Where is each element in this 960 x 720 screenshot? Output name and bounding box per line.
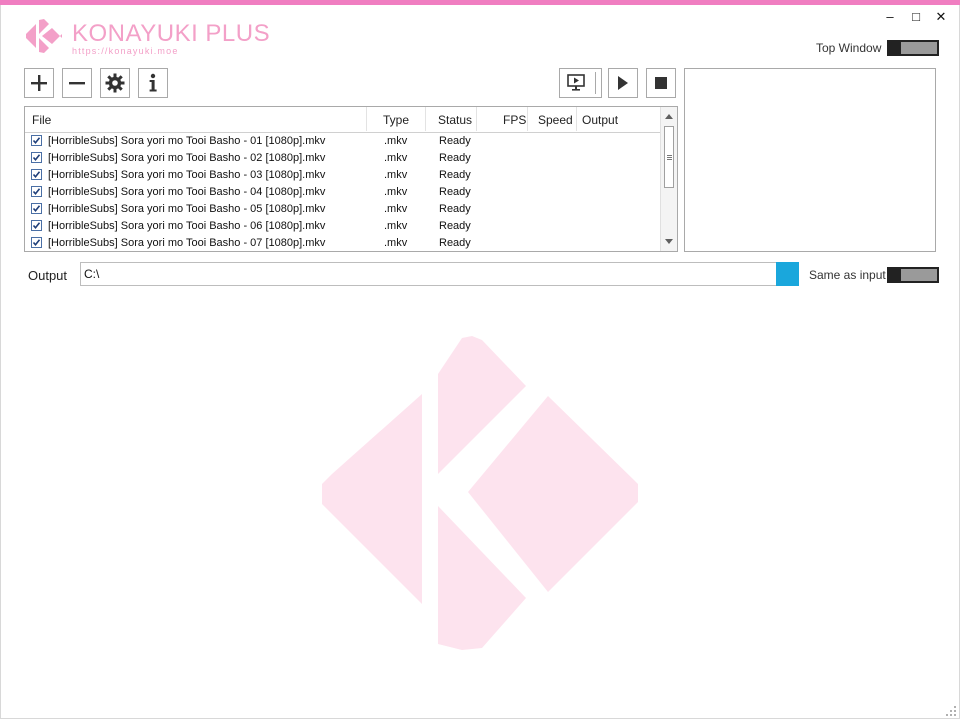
file-status: Ready [439,237,471,249]
column-separator [366,107,367,131]
row-checkbox[interactable] [31,186,42,197]
scroll-thumb[interactable] [664,126,674,188]
row-checkbox[interactable] [31,169,42,180]
column-header-file[interactable]: File [32,113,51,127]
column-separator [476,107,477,131]
column-separator [425,107,426,131]
column-separator [576,107,577,131]
file-name: [HorribleSubs] Sora yori mo Tooi Basho -… [48,186,326,198]
file-list-header: File Type Status FPS Speed Output [25,107,661,133]
minimize-button[interactable]: – [880,8,900,26]
row-checkbox[interactable] [31,203,42,214]
row-checkbox[interactable] [31,220,42,231]
toggle-track [901,42,937,54]
monitor-play-icon [566,72,596,94]
file-name: [HorribleSubs] Sora yori mo Tooi Basho -… [48,220,326,232]
gear-icon [105,73,125,93]
row-checkbox[interactable] [31,152,42,163]
remove-file-button[interactable] [62,68,92,98]
add-file-button[interactable] [24,68,54,98]
file-name: [HorribleSubs] Sora yori mo Tooi Basho -… [48,152,326,164]
konayuki-logo-icon [26,19,62,53]
output-path-input[interactable] [80,262,777,286]
column-header-fps[interactable]: FPS [503,113,526,127]
close-button[interactable]: ✕ [931,8,951,26]
scroll-up-icon[interactable] [665,114,673,119]
info-icon [149,73,157,92]
scroll-down-icon[interactable] [665,239,673,244]
app-title: KONAYUKI PLUS [72,20,271,47]
file-type: .mkv [384,135,408,147]
plus-icon [31,75,47,91]
app-url: https://konayuki.moe [72,46,179,56]
preview-pane [684,68,936,252]
table-row[interactable]: [HorribleSubs] Sora yori mo Tooi Basho -… [25,235,661,251]
table-row[interactable]: [HorribleSubs] Sora yori mo Tooi Basho -… [25,133,661,150]
toggle-track [901,269,937,281]
column-separator [527,107,528,131]
maximize-icon: □ [912,9,920,24]
same-as-input-label: Same as input [809,268,886,282]
output-label: Output [28,268,68,283]
column-header-type[interactable]: Type [383,113,409,127]
file-status: Ready [439,152,471,164]
start-button[interactable] [608,68,638,98]
file-name: [HorribleSubs] Sora yori mo Tooi Basho -… [48,169,326,181]
play-icon [618,76,628,90]
konayuki-watermark-icon [322,336,638,650]
file-type: .mkv [384,152,408,164]
file-list-scrollbar[interactable] [660,107,677,251]
minus-icon [69,82,85,85]
close-icon: ✕ [935,9,947,24]
file-name: [HorribleSubs] Sora yori mo Tooi Basho -… [48,237,326,249]
file-list[interactable]: File Type Status FPS Speed Output [Horri… [24,106,678,252]
column-header-speed[interactable]: Speed [538,113,573,127]
top-window-toggle[interactable] [887,40,939,56]
file-type: .mkv [384,186,408,198]
column-header-status[interactable]: Status [438,113,472,127]
file-type: .mkv [384,237,408,249]
file-type: .mkv [384,220,408,232]
maximize-button[interactable]: □ [906,8,926,26]
settings-button[interactable] [100,68,130,98]
table-row[interactable]: [HorribleSubs] Sora yori mo Tooi Basho -… [25,167,661,184]
top-window-label: Top Window [816,41,882,55]
stop-button[interactable] [646,68,676,98]
table-row[interactable]: [HorribleSubs] Sora yori mo Tooi Basho -… [25,218,661,235]
same-as-input-toggle[interactable] [887,267,939,283]
file-type: .mkv [384,203,408,215]
file-name: [HorribleSubs] Sora yori mo Tooi Basho -… [48,203,326,215]
browse-output-button[interactable] [776,262,799,286]
file-status: Ready [439,135,471,147]
row-checkbox[interactable] [31,237,42,248]
table-row[interactable]: [HorribleSubs] Sora yori mo Tooi Basho -… [25,150,661,167]
stop-icon [655,77,667,89]
file-status: Ready [439,220,471,232]
file-type: .mkv [384,169,408,181]
preview-toggle-button[interactable] [559,68,602,98]
column-header-output[interactable]: Output [582,113,618,127]
file-name: [HorribleSubs] Sora yori mo Tooi Basho -… [48,135,326,147]
table-row[interactable]: [HorribleSubs] Sora yori mo Tooi Basho -… [25,184,661,201]
file-status: Ready [439,203,471,215]
file-status: Ready [439,186,471,198]
minimize-icon: – [886,9,894,24]
resize-grip-icon[interactable] [945,705,957,717]
row-checkbox[interactable] [31,135,42,146]
info-button[interactable] [138,68,168,98]
table-row[interactable]: [HorribleSubs] Sora yori mo Tooi Basho -… [25,201,661,218]
file-status: Ready [439,169,471,181]
